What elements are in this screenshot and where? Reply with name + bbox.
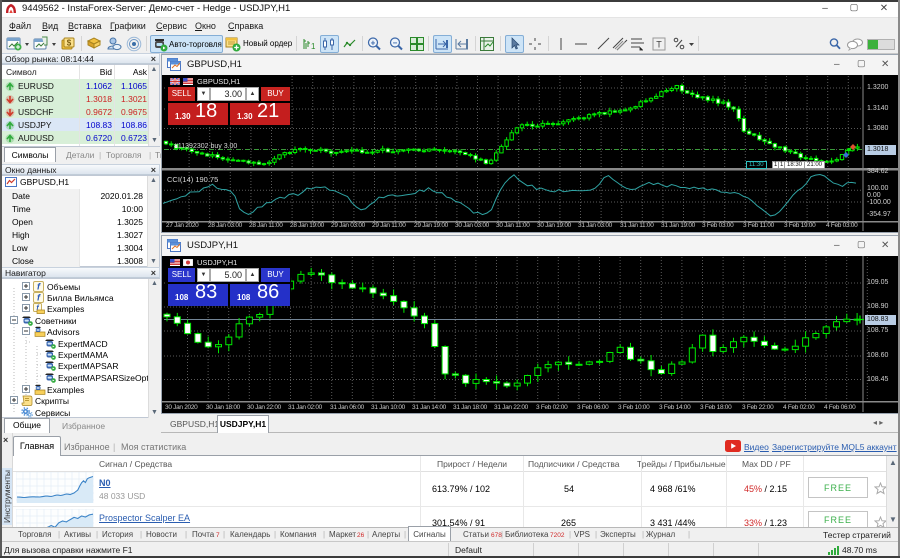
svg-text:1: 1 xyxy=(311,42,316,51)
svg-text:$: $ xyxy=(67,39,72,48)
svg-text:−: − xyxy=(393,39,398,48)
svg-text:+: + xyxy=(371,39,376,48)
svg-text:T: T xyxy=(656,40,662,50)
